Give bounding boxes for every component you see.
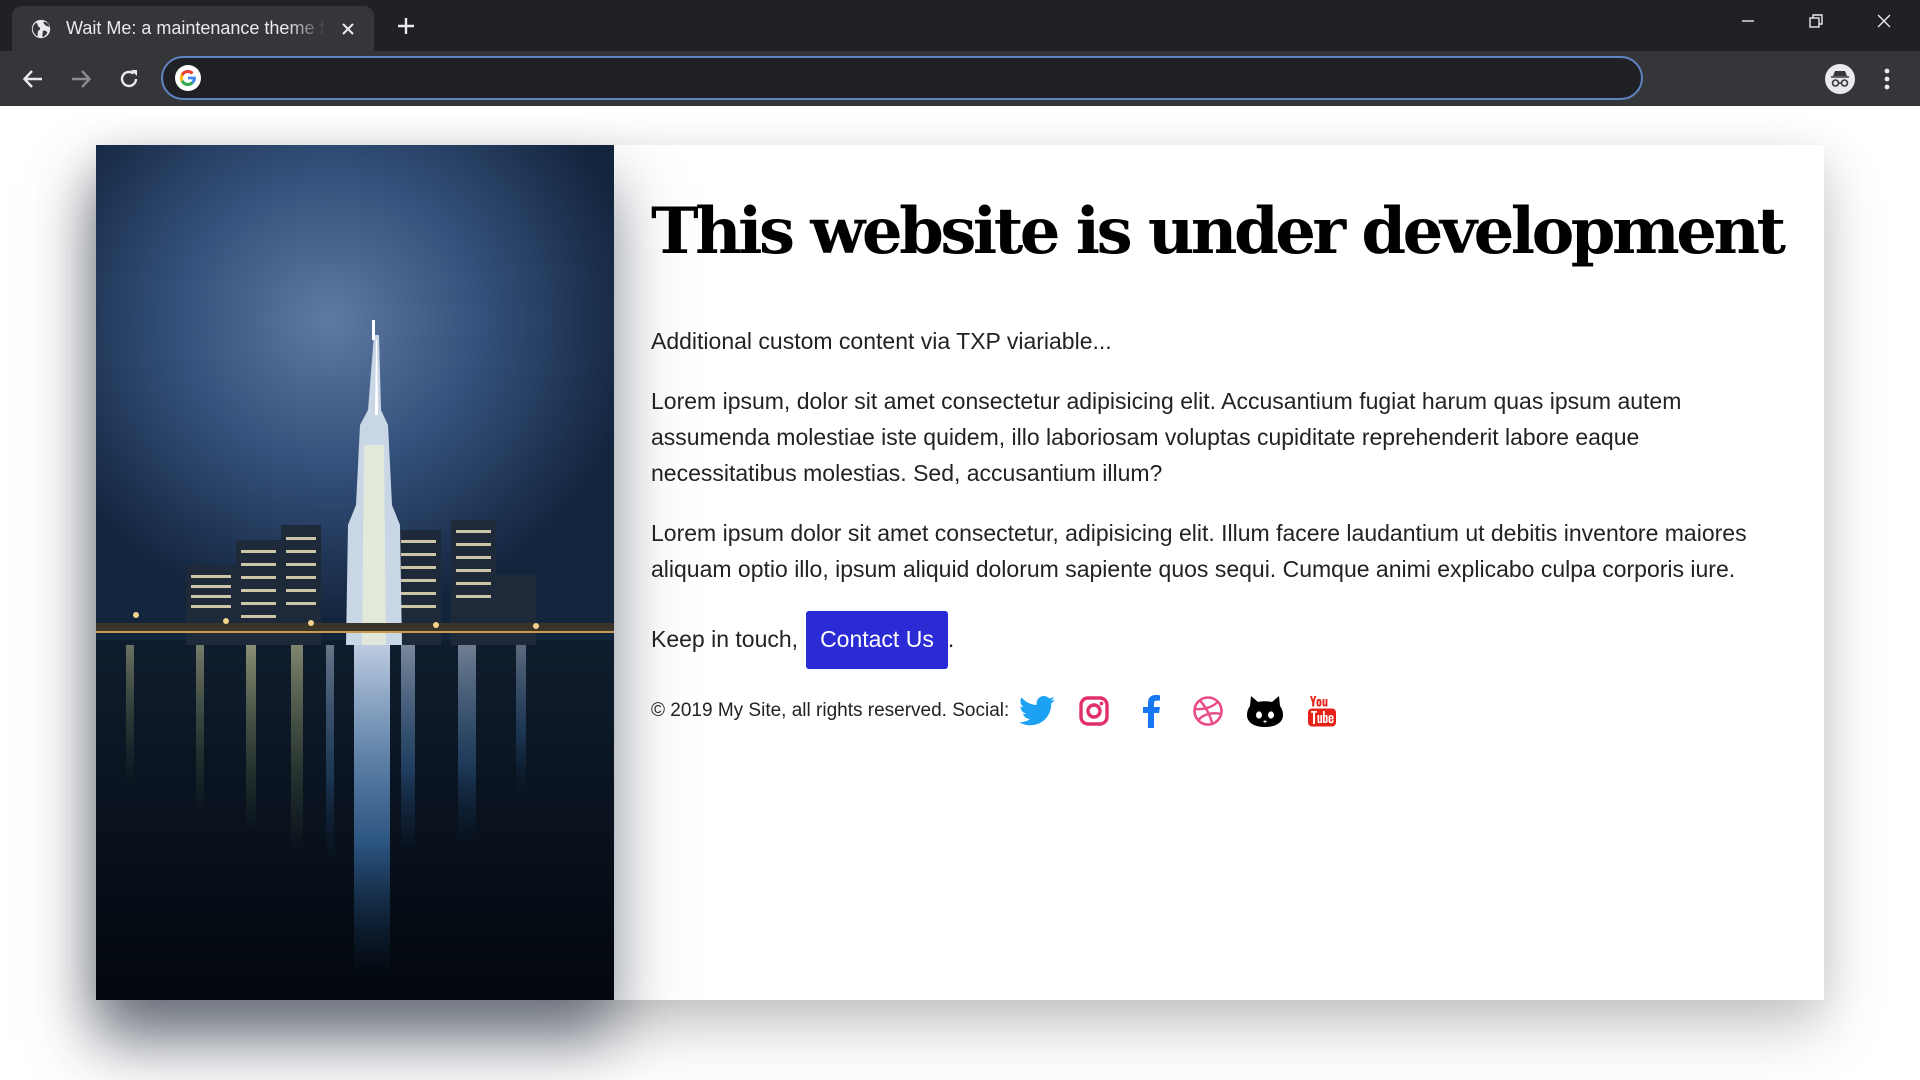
- minimize-icon: [1742, 20, 1754, 22]
- facebook-link[interactable]: [1131, 691, 1171, 731]
- contact-us-button[interactable]: Contact Us: [806, 610, 948, 669]
- paragraph-1: Lorem ipsum, dolor sit amet consectetur …: [651, 387, 1682, 486]
- footer: © 2019 My Site, all rights reserved. Soc…: [651, 691, 1771, 731]
- incognito-profile-button[interactable]: [1823, 62, 1857, 96]
- instagram-link[interactable]: [1074, 691, 1114, 731]
- hero-image: [96, 145, 614, 1000]
- twitter-link[interactable]: [1017, 691, 1057, 731]
- facebook-icon: [1143, 694, 1161, 728]
- minimize-button[interactable]: [1714, 0, 1782, 42]
- page-title: This website is under development: [651, 194, 1786, 269]
- github-link[interactable]: [1245, 691, 1285, 731]
- maintenance-card: This website is under development Additi…: [96, 145, 1824, 1000]
- tab-close-icon[interactable]: [336, 17, 360, 41]
- browser-tab-bar: Wait Me: a maintenance theme for Textpat…: [0, 0, 1920, 51]
- incognito-icon: [1825, 64, 1855, 94]
- address-bar[interactable]: [161, 56, 1643, 100]
- paragraph-2: Lorem ipsum dolor sit amet consectetur, …: [651, 519, 1747, 582]
- content-area: This website is under development Additi…: [651, 194, 1786, 731]
- restore-icon: [1809, 14, 1823, 28]
- close-icon: [1877, 14, 1891, 28]
- social-links: [1017, 691, 1359, 731]
- twitter-icon: [1019, 695, 1056, 725]
- intro-text: Additional custom content via TXP viaria…: [651, 327, 1112, 354]
- browser-tab[interactable]: Wait Me: a maintenance theme for Textpat…: [12, 6, 374, 51]
- back-button[interactable]: [18, 64, 48, 94]
- arrow-left-icon: [22, 70, 42, 88]
- url-input[interactable]: [211, 58, 1641, 98]
- close-window-button[interactable]: [1850, 0, 1918, 42]
- restore-button[interactable]: [1782, 0, 1850, 42]
- plus-icon: [398, 18, 414, 34]
- dribbble-icon: [1193, 695, 1224, 726]
- browser-toolbar: [0, 51, 1920, 106]
- forward-button[interactable]: [66, 64, 96, 94]
- youtube-link[interactable]: [1302, 691, 1342, 731]
- kebab-menu-icon: [1884, 68, 1890, 90]
- keep-in-touch-text: Keep in touch,: [651, 626, 799, 653]
- github-icon: [1247, 695, 1284, 727]
- globe-icon: [30, 18, 52, 40]
- trailing-period: .: [947, 626, 955, 653]
- instagram-icon: [1079, 695, 1109, 726]
- tab-title: Wait Me: a maintenance theme for Textpat…: [66, 18, 326, 38]
- reload-button[interactable]: [114, 64, 144, 94]
- page-viewport: This website is under development Additi…: [0, 106, 1920, 1080]
- arrow-right-icon: [72, 70, 92, 88]
- copyright-text: © 2019 My Site, all rights reserved. Soc…: [651, 699, 1010, 721]
- youtube-icon: [1308, 695, 1337, 727]
- new-tab-button[interactable]: [392, 12, 420, 40]
- dribbble-link[interactable]: [1188, 691, 1228, 731]
- chrome-menu-button[interactable]: [1872, 64, 1902, 94]
- keep-in-touch-row: Keep in touch, Contact Us .: [651, 610, 1771, 669]
- reload-icon: [120, 70, 138, 88]
- google-icon: [175, 65, 201, 91]
